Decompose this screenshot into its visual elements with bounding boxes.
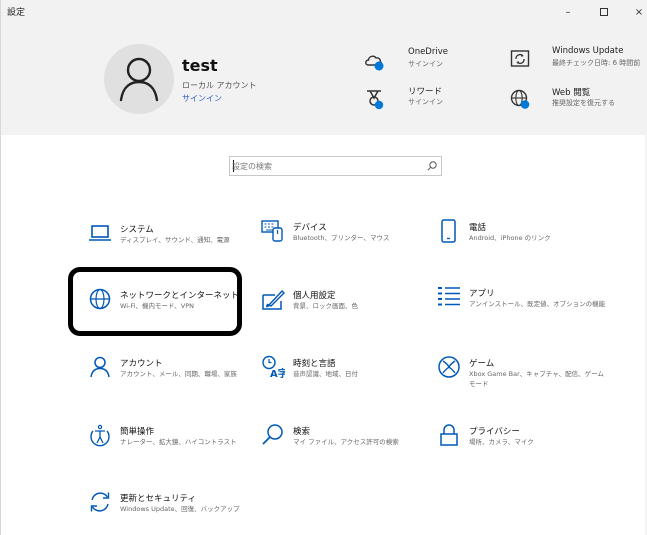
account-signin-link[interactable]: サインイン bbox=[182, 93, 222, 104]
category-desc: Windows Update、回復、バックアップ bbox=[120, 505, 240, 513]
category-apps[interactable]: アプリ アンインストール、既定値、オプションの機能 bbox=[437, 285, 617, 333]
search-magnifier-icon bbox=[262, 424, 283, 445]
privacy-lock-icon bbox=[440, 424, 458, 446]
windows-update-subtitle: 最終チェック日時: 6 時間前 bbox=[552, 59, 641, 67]
web-browsing-title[interactable]: Web 閲覧 bbox=[552, 86, 590, 98]
category-title: 個人用設定 bbox=[293, 291, 336, 301]
category-ease-of-access[interactable]: 簡単操作 ナレーター、拡大鏡、ハイコントラスト bbox=[88, 423, 268, 471]
minimize-button[interactable]: – bbox=[557, 4, 579, 22]
category-time-language[interactable]: A字 時刻と言語 音声認識、地域、日付 bbox=[261, 355, 441, 403]
rewards-title[interactable]: リワード bbox=[408, 85, 442, 97]
category-title: ゲーム bbox=[469, 359, 495, 369]
title-bar: 設定 – × bbox=[1, 0, 647, 28]
person-icon bbox=[119, 57, 159, 102]
category-desc: Android、iPhone のリンク bbox=[469, 234, 551, 242]
category-title: 更新とセキュリティ bbox=[120, 494, 196, 504]
category-title: 簡単操作 bbox=[120, 427, 155, 437]
category-title: アプリ bbox=[469, 289, 495, 299]
account-name: test bbox=[182, 56, 218, 75]
onedrive-subtitle: サインイン bbox=[408, 60, 443, 68]
account-type: ローカル アカウント bbox=[182, 81, 257, 90]
avatar[interactable] bbox=[104, 44, 174, 114]
category-title: ネットワークとインターネット bbox=[120, 291, 240, 301]
rewards-subtitle: サインイン bbox=[408, 98, 443, 106]
apps-list-icon bbox=[438, 287, 460, 306]
rewards-medal-icon[interactable] bbox=[363, 88, 385, 110]
svg-text:A字: A字 bbox=[270, 367, 285, 379]
close-button[interactable]: × bbox=[630, 4, 647, 22]
category-desc: アンインストール、既定値、オプションの機能 bbox=[469, 300, 606, 308]
gaming-xbox-icon bbox=[438, 356, 460, 378]
category-network-internet[interactable]: ネットワークとインターネット Wi-Fi、機内モード、VPN bbox=[88, 287, 268, 335]
search-input[interactable] bbox=[232, 159, 422, 173]
category-title: 時刻と言語 bbox=[293, 359, 336, 369]
category-gaming[interactable]: ゲーム Xbox Game Bar、キャプチャ、配信、ゲーム モード bbox=[437, 355, 617, 403]
maximize-icon bbox=[600, 8, 608, 16]
network-globe-icon bbox=[89, 288, 111, 310]
category-desc: アカウント、メール、同期、職場、家族 bbox=[120, 370, 237, 378]
category-update-security[interactable]: 更新とセキュリティ Windows Update、回復、バックアップ bbox=[88, 490, 268, 535]
window-title: 設定 bbox=[7, 8, 26, 18]
category-phone[interactable]: 電話 Android、iPhone のリンク bbox=[437, 219, 617, 267]
category-desc: マイ ファイル、アクセス許可の検索 bbox=[293, 438, 399, 446]
category-desc: Bluetooth、プリンター、マウス bbox=[293, 234, 390, 242]
devices-keyboard-icon bbox=[261, 220, 283, 242]
category-title: システム bbox=[120, 225, 154, 235]
category-search[interactable]: 検索 マイ ファイル、アクセス許可の検索 bbox=[261, 423, 441, 471]
category-title: アカウント bbox=[120, 359, 163, 369]
category-desc: ディスプレイ、サウンド、通知、電源 bbox=[120, 236, 230, 244]
category-desc: 場所、カメラ、マイク bbox=[469, 438, 534, 446]
maximize-button[interactable] bbox=[593, 4, 615, 22]
category-desc: Wi-Fi、機内モード、VPN bbox=[120, 302, 194, 310]
category-desc: 音声認識、地域、日付 bbox=[293, 370, 358, 378]
category-title: 電話 bbox=[469, 223, 487, 233]
category-title: プライバシー bbox=[469, 427, 520, 437]
settings-search-box[interactable] bbox=[229, 156, 442, 176]
category-personalization[interactable]: 個人用設定 背景、ロック画面、色 bbox=[261, 287, 441, 335]
category-privacy[interactable]: プライバシー 場所、カメラ、マイク bbox=[437, 423, 617, 471]
onedrive-cloud-icon[interactable] bbox=[363, 50, 385, 72]
category-desc: ナレーター、拡大鏡、ハイコントラスト bbox=[120, 438, 237, 446]
category-devices[interactable]: デバイス Bluetooth、プリンター、マウス bbox=[261, 219, 441, 267]
web-browsing-globe-icon[interactable] bbox=[509, 88, 531, 110]
search-icon[interactable] bbox=[426, 160, 438, 172]
system-laptop-icon bbox=[89, 225, 111, 241]
windows-update-icon[interactable] bbox=[509, 48, 531, 70]
category-desc: Xbox Game Bar、キャプチャ、配信、ゲーム モード bbox=[469, 370, 604, 388]
category-accounts[interactable]: アカウント アカウント、メール、同期、職場、家族 bbox=[88, 355, 268, 403]
ease-of-access-icon bbox=[90, 424, 110, 447]
onedrive-title[interactable]: OneDrive bbox=[408, 47, 448, 57]
category-title: 検索 bbox=[293, 427, 311, 437]
category-system[interactable]: システム ディスプレイ、サウンド、通知、電源 bbox=[88, 221, 268, 269]
windows-update-title[interactable]: Windows Update bbox=[552, 46, 623, 56]
phone-icon bbox=[441, 219, 456, 243]
time-language-icon: A字 bbox=[262, 355, 285, 379]
accounts-person-icon bbox=[90, 356, 110, 378]
category-title: デバイス bbox=[293, 223, 327, 233]
web-browsing-subtitle: 推奨設定を復元する bbox=[552, 99, 615, 107]
category-desc: 背景、ロック画面、色 bbox=[293, 302, 358, 310]
personalization-brush-icon bbox=[262, 289, 285, 310]
update-security-icon bbox=[90, 492, 110, 512]
settings-window: 設定 – × test ローカル アカウント サインイン OneDrive サイ… bbox=[0, 0, 647, 535]
account-header: test ローカル アカウント サインイン OneDrive サインイン リワー… bbox=[1, 28, 647, 135]
